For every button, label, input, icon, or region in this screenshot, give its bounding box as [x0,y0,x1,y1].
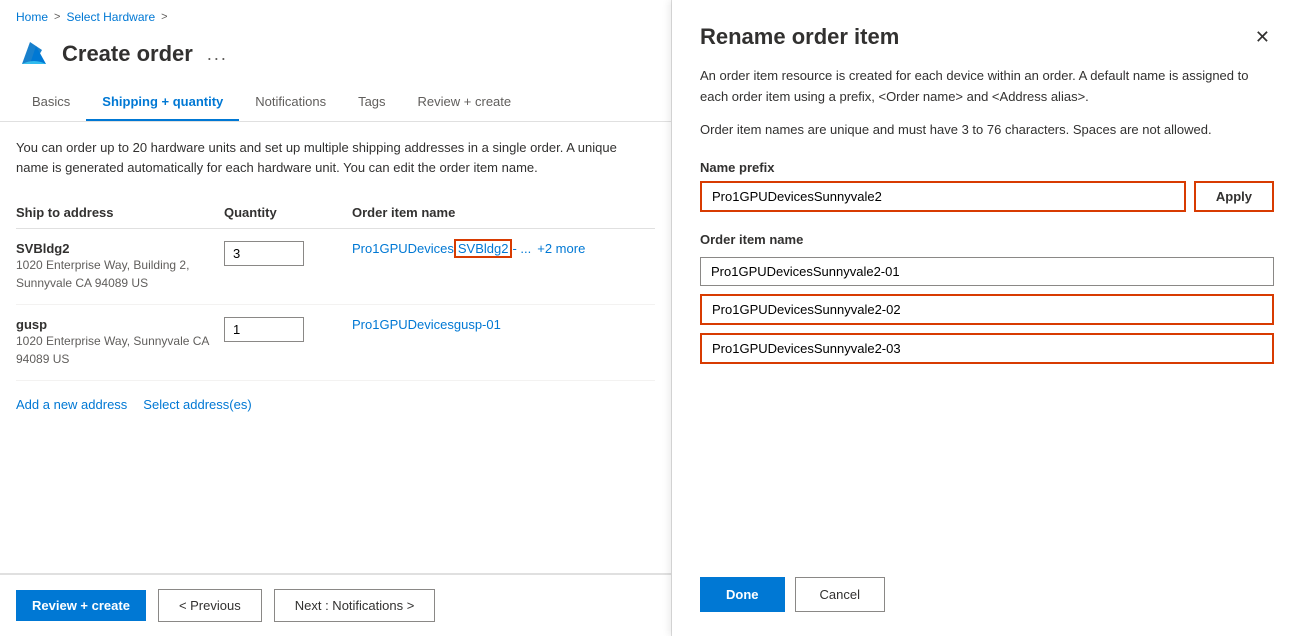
prefix-row: Apply [700,181,1274,212]
order-item-cell-2: Pro1GPUDevicesgusp-01 [352,317,655,332]
tab-shipping[interactable]: Shipping + quantity [86,84,239,121]
address-cell-1: SVBldg2 1020 Enterprise Way, Building 2,… [16,241,216,292]
address-detail-2: 1020 Enterprise Way, Sunnyvale CA 94089 … [16,332,216,368]
order-item-link-1[interactable]: Pro1GPUDevicesSVBldg2- ... [352,241,531,256]
quantity-cell-2[interactable] [224,317,344,342]
modal-desc1: An order item resource is created for ea… [700,66,1274,108]
next-button[interactable]: Next : Notifications > [274,589,436,622]
name-input-1[interactable] [700,257,1274,286]
modal-close-button[interactable]: ✕ [1251,24,1274,50]
page-title: Create order [62,41,193,67]
breadcrumb-sep2: > [161,11,167,23]
col-order-item: Order item name [352,205,655,220]
table-header: Ship to address Quantity Order item name [16,197,655,229]
order-item-more-1[interactable]: +2 more [537,241,585,256]
page-menu[interactable]: ... [207,44,228,65]
col-quantity: Quantity [224,205,344,220]
apply-button[interactable]: Apply [1194,181,1274,212]
order-item-highlighted-1: SVBldg2 [454,239,513,258]
rename-modal: Rename order item ✕ An order item resour… [672,0,1302,636]
table-row: SVBldg2 1020 Enterprise Way, Building 2,… [16,229,655,305]
review-create-button[interactable]: Review + create [16,590,146,621]
name-input-row-3 [700,333,1274,364]
address-name-2: gusp [16,317,216,332]
col-address: Ship to address [16,205,216,220]
address-name-1: SVBldg2 [16,241,216,256]
name-input-row-2 [700,294,1274,325]
order-item-link-2[interactable]: Pro1GPUDevicesgusp-01 [352,317,501,332]
name-prefix-label: Name prefix [700,160,1274,175]
azure-icon [16,36,52,72]
modal-desc2: Order item names are unique and must hav… [700,120,1274,141]
page-description: You can order up to 20 hardware units an… [16,138,636,177]
tab-notifications[interactable]: Notifications [239,84,342,121]
name-input-3[interactable] [700,333,1274,364]
name-input-row-1 [700,257,1274,286]
cancel-button[interactable]: Cancel [795,577,885,612]
tab-basics[interactable]: Basics [16,84,86,121]
tabs: Basics Shipping + quantity Notifications… [0,84,671,122]
previous-button[interactable]: < Previous [158,589,262,622]
add-links: Add a new address Select address(es) [16,381,655,428]
breadcrumb: Home > Select Hardware > [0,0,671,30]
order-item-name-label: Order item name [700,232,1274,247]
tab-tags[interactable]: Tags [342,84,401,121]
select-address-link[interactable]: Select address(es) [143,397,251,412]
content-area: You can order up to 20 hardware units an… [0,122,671,573]
modal-title: Rename order item [700,24,899,50]
quantity-cell-1[interactable] [224,241,344,266]
done-button[interactable]: Done [700,577,785,612]
prefix-input[interactable] [700,181,1186,212]
quantity-input-2[interactable] [224,317,304,342]
name-input-2[interactable] [700,294,1274,325]
bottom-bar: Review + create < Previous Next : Notifi… [0,573,671,636]
quantity-input-1[interactable] [224,241,304,266]
modal-header: Rename order item ✕ [700,24,1274,50]
breadcrumb-select-hardware[interactable]: Select Hardware [66,10,155,24]
address-detail-1: 1020 Enterprise Way, Building 2, Sunnyva… [16,256,216,292]
order-item-cell-1: Pro1GPUDevicesSVBldg2- ... +2 more [352,241,655,256]
add-address-link[interactable]: Add a new address [16,397,127,412]
address-cell-2: gusp 1020 Enterprise Way, Sunnyvale CA 9… [16,317,216,368]
table-row-2: gusp 1020 Enterprise Way, Sunnyvale CA 9… [16,305,655,381]
tab-review[interactable]: Review + create [402,84,528,121]
page-header: Create order ... [0,30,671,84]
breadcrumb-home[interactable]: Home [16,10,48,24]
modal-footer: Done Cancel [700,577,1274,612]
breadcrumb-sep1: > [54,11,60,23]
